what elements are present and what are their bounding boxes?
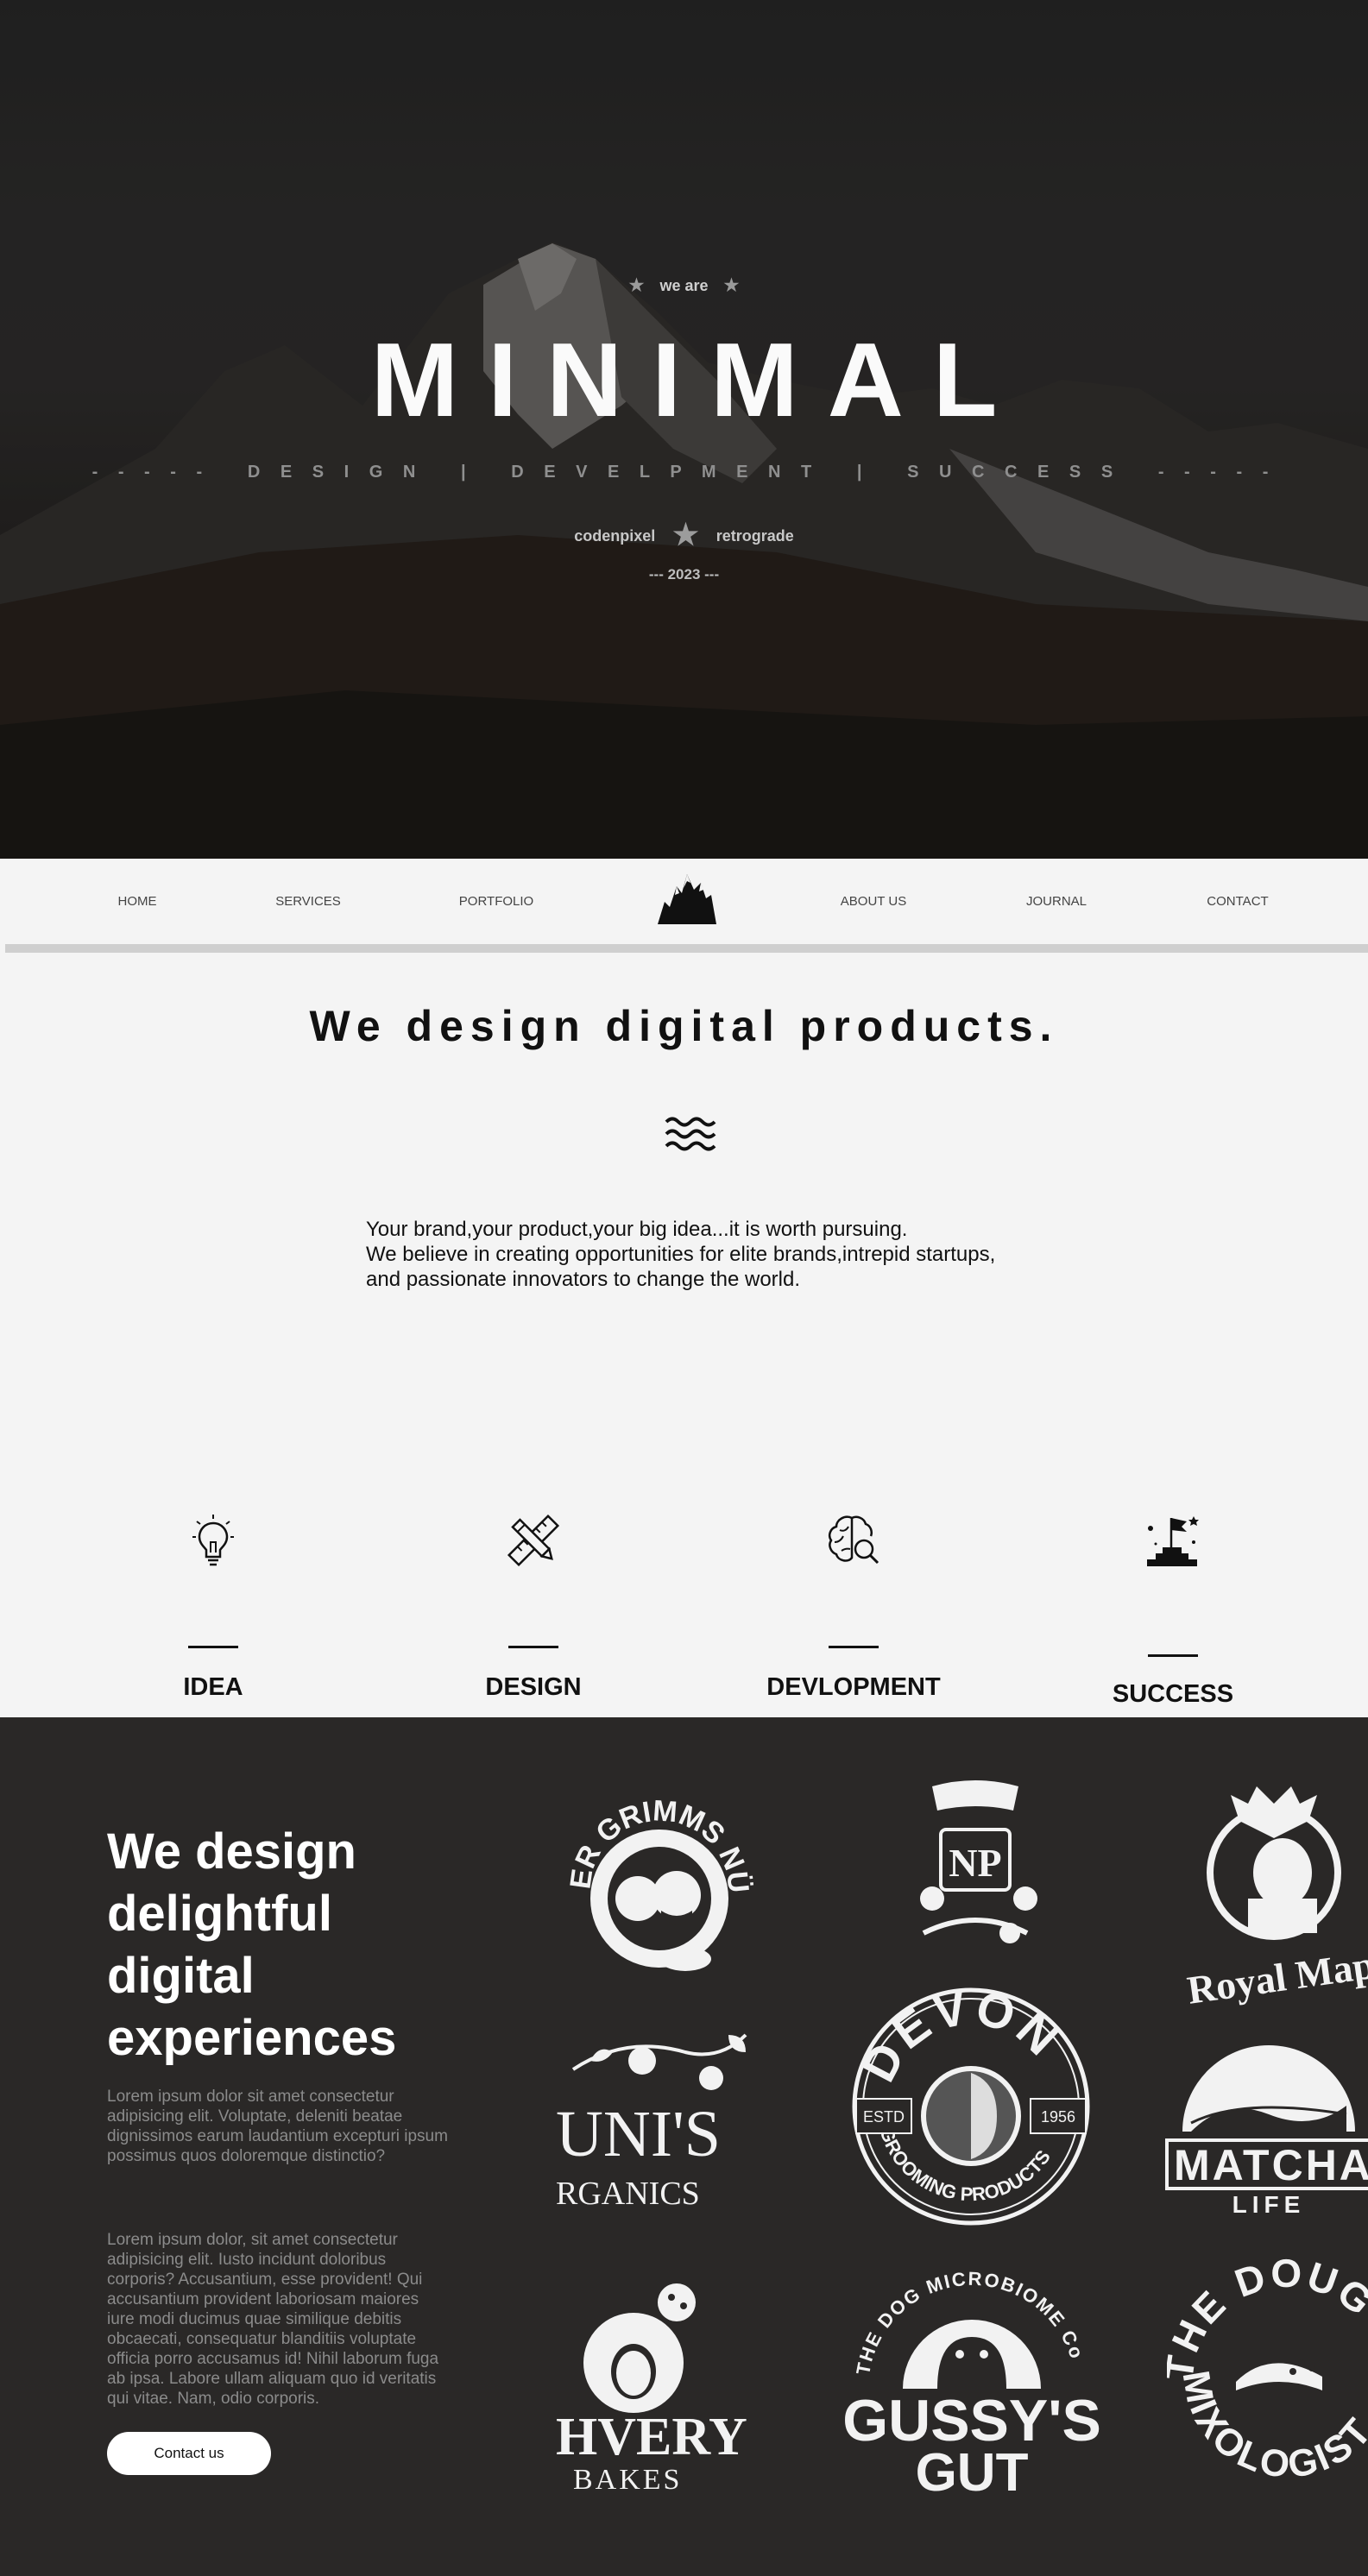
hero-title: MINIMAL [370, 321, 1027, 438]
logo-grimms-nusse: ER GRIMMS NÜSSE [556, 1786, 763, 1993]
feature-success: SUCCESS [1043, 1506, 1302, 1713]
credit-right: retrograde [716, 527, 794, 545]
logo-text: RGANICS [556, 2176, 700, 2212]
feature-label: DEVLOPMENT [766, 1673, 941, 1701]
feature-rule [508, 1646, 558, 1648]
star-icon: ★ [723, 276, 740, 295]
feature-label: IDEA [183, 1673, 243, 1701]
feature-label: DESIGN [485, 1673, 582, 1701]
brain-search-icon [829, 1515, 879, 1565]
svg-text:THE DOUG: THE DOUG [1167, 2252, 1368, 2383]
feature-rule [1148, 1654, 1198, 1657]
logo-text: BAKES [573, 2464, 682, 2492]
intro-text: Your brand,your product,your big idea...… [366, 1217, 1056, 1292]
wave-divider-icon [665, 1117, 716, 1151]
logo-matcha-life: MATCHA LIFE [1157, 2037, 1368, 2226]
main-nav: HOME SERVICES PORTFOLIO ABOUT US JOURNAL… [0, 859, 1368, 945]
feature-rule [829, 1646, 879, 1648]
logo-text: MATCHA [1174, 2141, 1368, 2189]
credit-left: codenpixel [574, 527, 656, 545]
intro-line: and passionate innovators to change the … [366, 1268, 801, 1291]
feature-design: DESIGN [404, 1506, 663, 1713]
nav-about-us[interactable]: ABOUT US [841, 894, 906, 909]
summit-flag-icon [1147, 1516, 1199, 1566]
logo-text: Royal Mapl [1184, 1941, 1368, 2011]
intro-line: We believe in creating opportunities for… [366, 1243, 996, 1266]
feature-rule [188, 1646, 238, 1648]
logo-text: ESTD [863, 2108, 905, 2126]
pencil-ruler-icon [507, 1514, 560, 1567]
showcase-section: We design delightful digital experiences… [0, 1717, 1368, 2576]
logo-dough-mixologist: THE DOUG MIXOLOGIST [1167, 2252, 1368, 2494]
nav-journal[interactable]: JOURNAL [1026, 894, 1087, 909]
logo-text: GUT [916, 2443, 1029, 2497]
logo-text: UNI'S [556, 2098, 721, 2170]
hero-section: ★ we are ★ MINIMAL - - - - - D E S I G N |… [0, 0, 1368, 859]
showcase-paragraph: Lorem ipsum dolor, sit amet consectetur … [107, 2231, 439, 2408]
feature-idea: IDEA [84, 1506, 343, 1713]
logo-text: 1956 [1041, 2108, 1075, 2126]
logo-text: NP [949, 1841, 1001, 1885]
svg-text:MIXOLOGIST: MIXOLOGIST [1175, 2368, 1368, 2487]
nav-portfolio[interactable]: PORTFOLIO [459, 894, 533, 909]
logo-ahvery-bakes: HVERY BAKES [556, 2277, 763, 2492]
logo-np: NP [880, 1769, 1070, 1959]
star-icon: ★ [628, 276, 645, 295]
contact-us-button[interactable]: Contact us [107, 2432, 271, 2475]
eyebrow-text: we are [659, 277, 709, 294]
showcase-heading: We design delightful digital experiences [107, 1823, 397, 2066]
nav-contact[interactable]: CONTACT [1207, 894, 1268, 909]
star-icon: ★ [672, 519, 699, 551]
hero-tagline: - - - - - D E S I G N | D E V E L P M E … [91, 463, 1277, 482]
intro-headline: We design digital products. [309, 1002, 1059, 1050]
intro-line: Your brand,your product,your big idea...… [366, 1218, 908, 1241]
nav-divider [5, 944, 1368, 953]
lightbulb-icon [192, 1515, 234, 1566]
logo-text: MIXOLOGIST [1175, 2368, 1368, 2487]
feature-label: SUCCESS [1112, 1680, 1234, 1708]
hero-eyebrow: ★ we are ★ [0, 274, 1368, 296]
logo-text: HVERY [556, 2408, 747, 2466]
hero-credits: codenpixel ★ retrograde [0, 518, 1368, 552]
logo-gussys-gut: THE DOG MICROBIOME Co GUSSY'S GUT [842, 2259, 1101, 2497]
logo-royal-maple: Royal Mapl [1179, 1769, 1368, 2011]
showcase-paragraph: Lorem ipsum dolor sit amet consectetur a… [107, 2088, 448, 2165]
logo-text: LIFE [1232, 2191, 1306, 2218]
logo-junis-organics: UNI'S RGANICS [556, 2018, 763, 2216]
nav-services[interactable]: SERVICES [275, 894, 341, 909]
hero-year: --- 2023 --- [648, 566, 720, 583]
mountain-logo-icon[interactable] [656, 869, 718, 926]
logo-text: THE DOUG [1167, 2252, 1368, 2383]
logo-devon-grooming: DEVON GROOMING PRODUCTS ESTD 1956 [851, 1987, 1091, 2226]
feature-development: DEVLOPMENT [724, 1506, 983, 1713]
nav-home[interactable]: HOME [118, 894, 157, 909]
